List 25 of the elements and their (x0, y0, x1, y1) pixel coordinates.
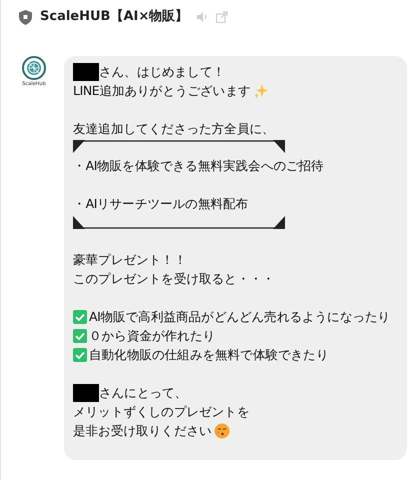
redaction-bar (73, 62, 99, 80)
message-text: 豪華プレゼント！！ (73, 251, 186, 269)
shield-icon (19, 10, 32, 24)
avatar-logo-icon (22, 56, 46, 80)
checkbox-icon (73, 348, 87, 362)
redaction-bar (73, 384, 99, 402)
message-text: 自動化物販の仕組みを無料で体験できたり (89, 346, 328, 364)
message-text: 是非お受け取りください (73, 422, 212, 440)
message-text: さん、はじめまして！ (99, 63, 226, 81)
message-text: LINE追加ありがとうございます (73, 82, 250, 100)
message-text: ・AI物販を体験できる無料実践会へのご招待 (73, 157, 324, 175)
message-text: このプレゼントを受け取ると・・・ (73, 270, 275, 288)
message-text: メリットずくしのプレゼントを (73, 403, 250, 421)
message-text: ０から資金が作れたり (89, 327, 216, 345)
message-text: 友達追加してくださった方全員に、 (73, 120, 275, 138)
checkbox-icon (73, 310, 87, 324)
sparkles-icon (252, 82, 268, 98)
chat-title: ScaleHUB【AI×物販】 (40, 8, 188, 26)
message-text: AI物販で高利益商品がどんどん売れるようになったり (89, 308, 390, 326)
external-window-icon[interactable] (216, 11, 228, 23)
kissing-face-icon (214, 422, 230, 438)
speaker-icon[interactable] (196, 11, 208, 23)
checkbox-icon (73, 328, 87, 342)
message-text: ・AIリサーチツールの無料配布 (73, 195, 248, 213)
message-text: さんにとって、 (99, 384, 188, 402)
